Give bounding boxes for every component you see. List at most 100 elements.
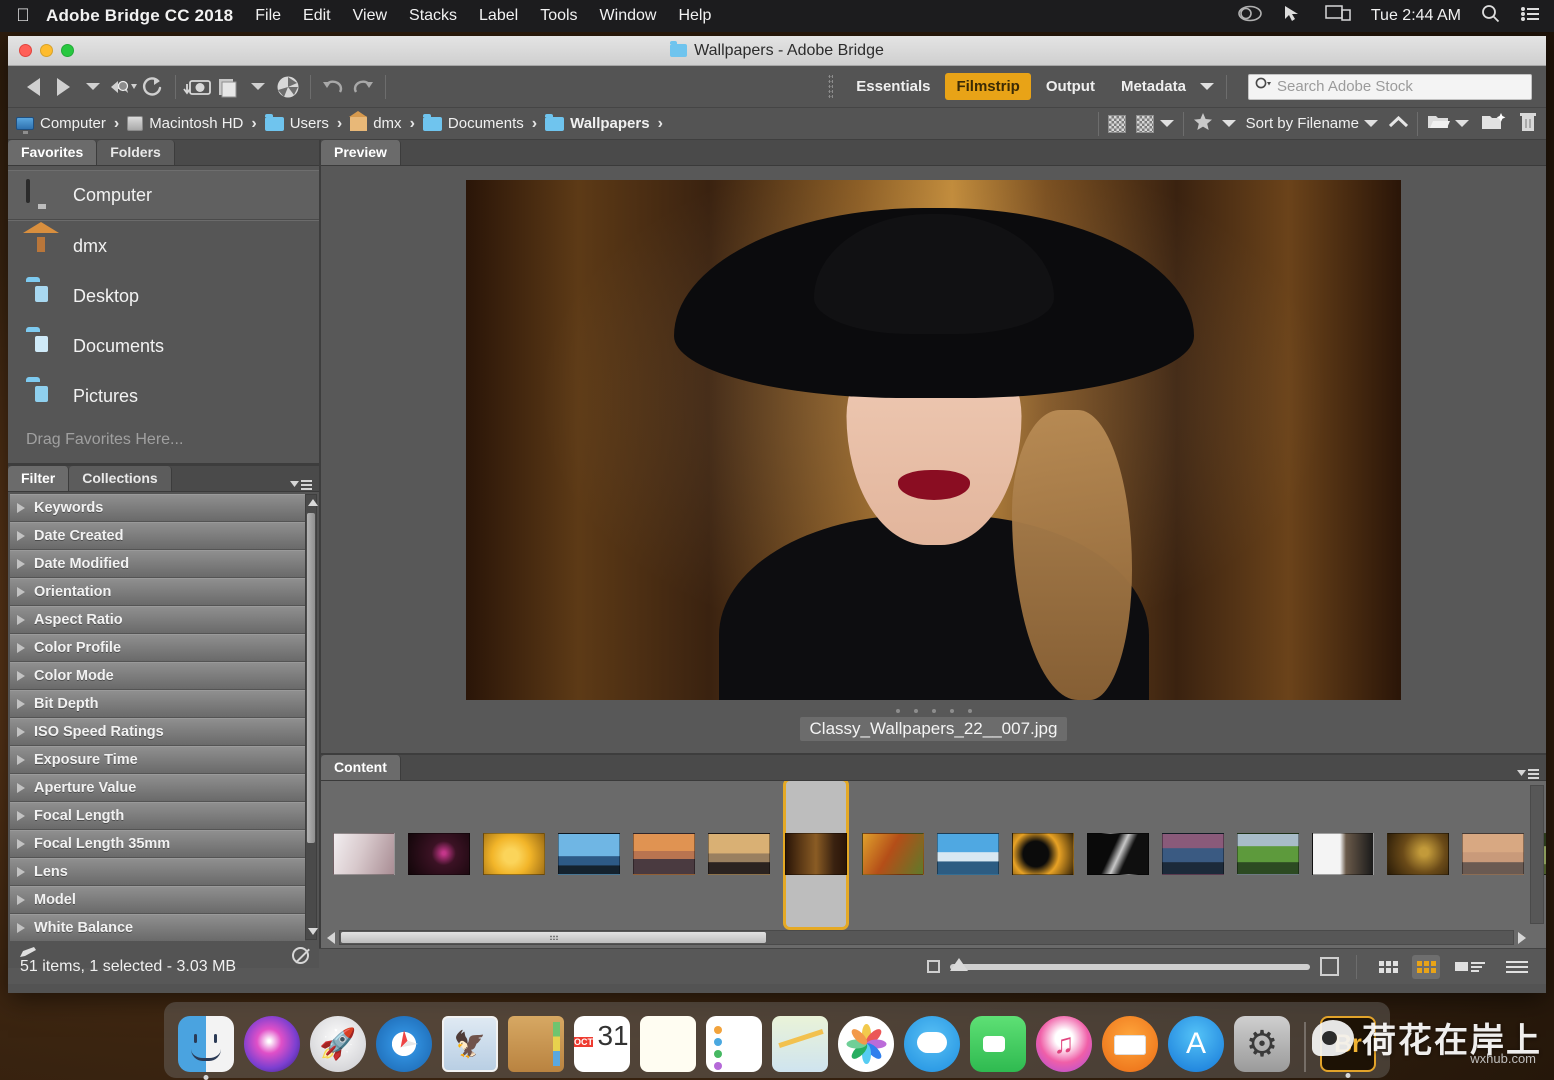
search-input[interactable] (1277, 78, 1525, 95)
search-icon[interactable] (1481, 4, 1500, 28)
dock-item-contacts[interactable] (508, 1016, 564, 1072)
disclosure-triangle-icon[interactable] (17, 643, 25, 653)
disclosure-triangle-icon[interactable] (17, 867, 25, 877)
trash-icon[interactable] (1518, 111, 1538, 136)
menu-edit[interactable]: Edit (303, 7, 331, 25)
list-view-button[interactable] (1500, 955, 1534, 979)
disclosure-triangle-icon[interactable] (17, 559, 25, 569)
thumbnail-road-at-dusk[interactable] (708, 833, 770, 875)
dock-item-notes[interactable] (640, 1016, 696, 1072)
disclosure-triangle-icon[interactable] (17, 587, 25, 597)
breadcrumb-item-wallpapers[interactable]: Wallpapers (545, 115, 649, 132)
menu-tools[interactable]: Tools (540, 7, 577, 25)
camera-raw-icon[interactable] (273, 72, 303, 102)
thumbnail-golden-bokeh-portrait[interactable] (1387, 833, 1449, 875)
small-thumbnail-icon[interactable] (927, 960, 940, 973)
disclosure-triangle-icon[interactable] (17, 727, 25, 737)
filmstrip-vertical-scrollbar[interactable] (1530, 785, 1544, 924)
chevron-down-icon[interactable] (1364, 115, 1378, 132)
thumbnail-yellow-flower-macro[interactable] (483, 833, 545, 875)
thumbnail-bride-in-white[interactable] (333, 833, 395, 875)
large-thumbnail-icon[interactable] (1320, 957, 1339, 976)
chevron-down-icon[interactable] (1160, 115, 1174, 132)
filter-item-bit-depth[interactable]: Bit Depth (10, 690, 305, 717)
recent-dropdown-icon[interactable] (78, 72, 108, 102)
scroll-left-icon[interactable] (327, 932, 335, 944)
disclosure-triangle-icon[interactable] (17, 531, 25, 541)
scroll-up-icon[interactable] (308, 499, 318, 506)
disclosure-triangle-icon[interactable] (17, 615, 25, 625)
thumbnail-mountain-valley-dusk[interactable] (1162, 833, 1224, 875)
dock-item-launchpad[interactable] (310, 1016, 366, 1072)
rating-dots[interactable] (896, 709, 972, 713)
dock-item-maps[interactable] (772, 1016, 828, 1072)
thumbnail-cell-selected[interactable] (783, 781, 849, 930)
favorite-item-desktop[interactable]: Desktop (8, 271, 319, 321)
panel-menu-icon[interactable] (290, 479, 319, 491)
thumbnail-pink-flower-dark[interactable] (408, 833, 470, 875)
filter-item-color-mode[interactable]: Color Mode (10, 662, 305, 689)
filter-item-white-balance[interactable]: White Balance (10, 914, 305, 941)
filter-item-aperture-value[interactable]: Aperture Value (10, 774, 305, 801)
filter-checker-icon[interactable] (1108, 115, 1126, 133)
refresh-icon[interactable] (138, 72, 168, 102)
menubar-app-title[interactable]: Adobe Bridge CC 2018 (46, 6, 233, 26)
tab-favorites[interactable]: Favorites (8, 140, 97, 165)
dock-item-mail[interactable] (442, 1016, 498, 1072)
dock-item-siri[interactable] (244, 1016, 300, 1072)
thumbnail-solar-eclipse[interactable] (1012, 833, 1074, 875)
forward-arrow-icon[interactable] (48, 72, 78, 102)
disclosure-triangle-icon[interactable] (17, 755, 25, 765)
star-icon[interactable] (1193, 112, 1213, 135)
menu-window[interactable]: Window (600, 7, 657, 25)
slider-knob[interactable] (950, 958, 968, 971)
tab-content[interactable]: Content (321, 755, 401, 780)
favorite-item-pictures[interactable]: Pictures (8, 371, 319, 421)
rating-dot[interactable] (932, 709, 936, 713)
grid-view-button[interactable] (1374, 955, 1402, 979)
dock-item-safari[interactable] (376, 1016, 432, 1072)
dock-item-ibooks[interactable] (1102, 1016, 1158, 1072)
favorite-item-documents[interactable]: Documents (8, 321, 319, 371)
sort-label[interactable]: Sort by Filename (1246, 115, 1359, 132)
window-titlebar[interactable]: Wallpapers - Adobe Bridge (8, 36, 1546, 66)
thumbnail-view-button[interactable] (1412, 955, 1440, 979)
disclosure-triangle-icon[interactable] (17, 839, 25, 849)
workspace-essentials[interactable]: Essentials (845, 73, 941, 100)
workspace-output[interactable]: Output (1035, 73, 1106, 100)
filter-scrollbar[interactable] (305, 494, 317, 940)
control-center-icon[interactable] (1520, 6, 1540, 27)
rating-dot[interactable] (968, 709, 972, 713)
filter-item-color-profile[interactable]: Color Profile (10, 634, 305, 661)
breadcrumb-item-computer[interactable]: Computer (16, 115, 106, 132)
menu-file[interactable]: File (255, 7, 281, 25)
thumbnail-autumn-leaves[interactable] (862, 833, 924, 875)
menu-view[interactable]: View (353, 7, 387, 25)
menu-label[interactable]: Label (479, 7, 518, 25)
open-folder-icon[interactable] (1427, 112, 1451, 135)
filter-item-exposure-time[interactable]: Exposure Time (10, 746, 305, 773)
filter-item-date-modified[interactable]: Date Modified (10, 550, 305, 577)
chevron-down-icon[interactable] (1199, 78, 1215, 96)
refine-dropdown-icon[interactable] (243, 72, 273, 102)
adobe-stock-search[interactable] (1248, 74, 1532, 100)
camera-icon[interactable] (183, 72, 213, 102)
thumbnail-pier-at-sunset[interactable] (1462, 833, 1524, 875)
scrollbar-thumb[interactable] (341, 932, 766, 943)
workspace-filmstrip[interactable]: Filmstrip (945, 73, 1030, 100)
filter-item-orientation[interactable]: Orientation (10, 578, 305, 605)
menubar-clock[interactable]: Tue 2:44 AM (1371, 7, 1461, 25)
thumbnail-blue-mountain-sky[interactable] (558, 833, 620, 875)
workspace-metadata[interactable]: Metadata (1110, 73, 1197, 100)
apple-icon[interactable]:  (0, 6, 46, 27)
creative-cloud-icon[interactable] (1237, 5, 1263, 27)
dock-item-finder[interactable] (178, 1016, 234, 1072)
back-arrow-icon[interactable] (18, 72, 48, 102)
rotate-counterclockwise-icon[interactable] (318, 72, 348, 102)
filter-item-model[interactable]: Model (10, 886, 305, 913)
filter-item-focal-length-35mm[interactable]: Focal Length 35mm (10, 830, 305, 857)
tab-filter[interactable]: Filter (8, 466, 69, 491)
disclosure-triangle-icon[interactable] (17, 699, 25, 709)
filmstrip-horizontal-scrollbar[interactable] (327, 929, 1526, 946)
favorite-item-computer[interactable]: Computer (8, 170, 319, 220)
